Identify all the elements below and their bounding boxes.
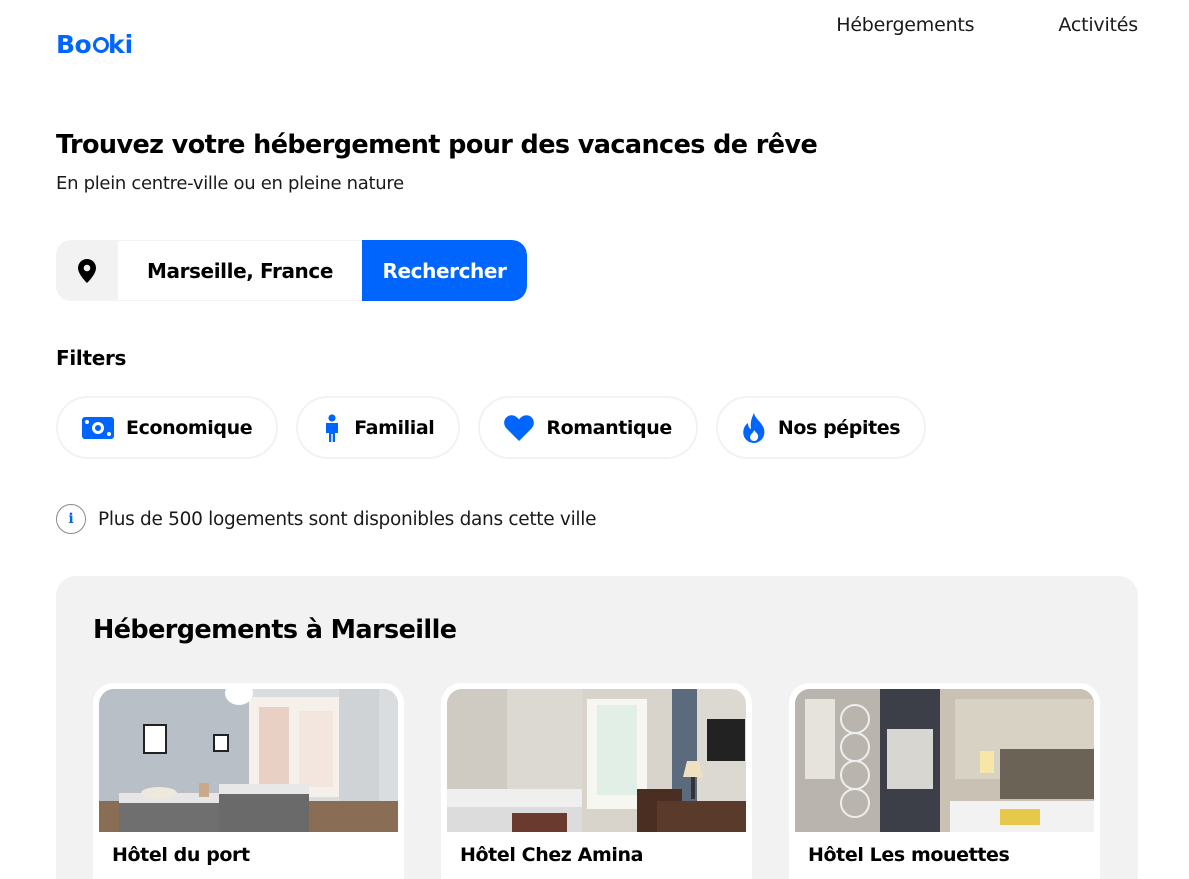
listing-card-hotel-chez-amina[interactable]: Hôtel Chez Amina: [441, 683, 752, 879]
listings-section: Hébergements à Marseille Hôtel du port H…: [56, 576, 1138, 879]
listing-photo: [795, 689, 1094, 832]
page-subtitle: En plein centre-ville ou en pleine natur…: [56, 173, 404, 194]
filter-label: Nos pépites: [777, 416, 901, 439]
info-icon: i: [56, 504, 86, 534]
listing-photo: [447, 689, 746, 832]
search-bar: Marseille, France Rechercher: [56, 240, 527, 301]
filter-label: Economique: [126, 416, 253, 439]
page-title: Trouvez votre hébergement pour des vacan…: [56, 130, 818, 160]
svg-text:ki: ki: [108, 30, 133, 58]
svg-text:Bo: Bo: [56, 30, 92, 58]
filter-chips: Economique Familial Romantique Nos pépit…: [56, 396, 927, 459]
fire-icon: [743, 412, 765, 443]
listing-card-hotel-les-mouettes[interactable]: Hôtel Les mouettes: [789, 683, 1100, 879]
listing-photo: [99, 689, 398, 832]
money-bill-icon: [82, 416, 114, 439]
listing-name: Hôtel du port: [112, 844, 250, 866]
nav-item-hebergements[interactable]: Hébergements: [836, 14, 974, 36]
map-pin-icon: [56, 240, 118, 301]
filter-label: Familial: [354, 416, 435, 439]
filter-chip-nos-pepites[interactable]: Nos pépites: [715, 396, 927, 459]
listing-name: Hôtel Les mouettes: [808, 844, 1010, 866]
top-nav: Hébergements Activités: [836, 14, 1138, 36]
filter-chip-economique[interactable]: Economique: [56, 396, 279, 459]
filter-label: Romantique: [546, 416, 672, 439]
person-icon: [326, 413, 339, 442]
filter-chip-romantique[interactable]: Romantique: [478, 396, 698, 459]
filter-chip-familial[interactable]: Familial: [296, 396, 461, 459]
availability-info: i Plus de 500 logements sont disponibles…: [56, 504, 596, 534]
booki-logo[interactable]: Bo ki: [56, 28, 134, 58]
nav-item-activites[interactable]: Activités: [1058, 14, 1138, 36]
listing-card-hotel-du-port[interactable]: Hôtel du port: [93, 683, 404, 879]
availability-text: Plus de 500 logements sont disponibles d…: [98, 508, 597, 530]
listing-name: Hôtel Chez Amina: [460, 844, 644, 866]
listings-title: Hébergements à Marseille: [93, 615, 457, 645]
filters-title: Filters: [56, 346, 127, 370]
search-button[interactable]: Rechercher: [362, 240, 527, 301]
heart-icon: [504, 414, 535, 441]
search-input[interactable]: Marseille, France: [118, 240, 362, 301]
